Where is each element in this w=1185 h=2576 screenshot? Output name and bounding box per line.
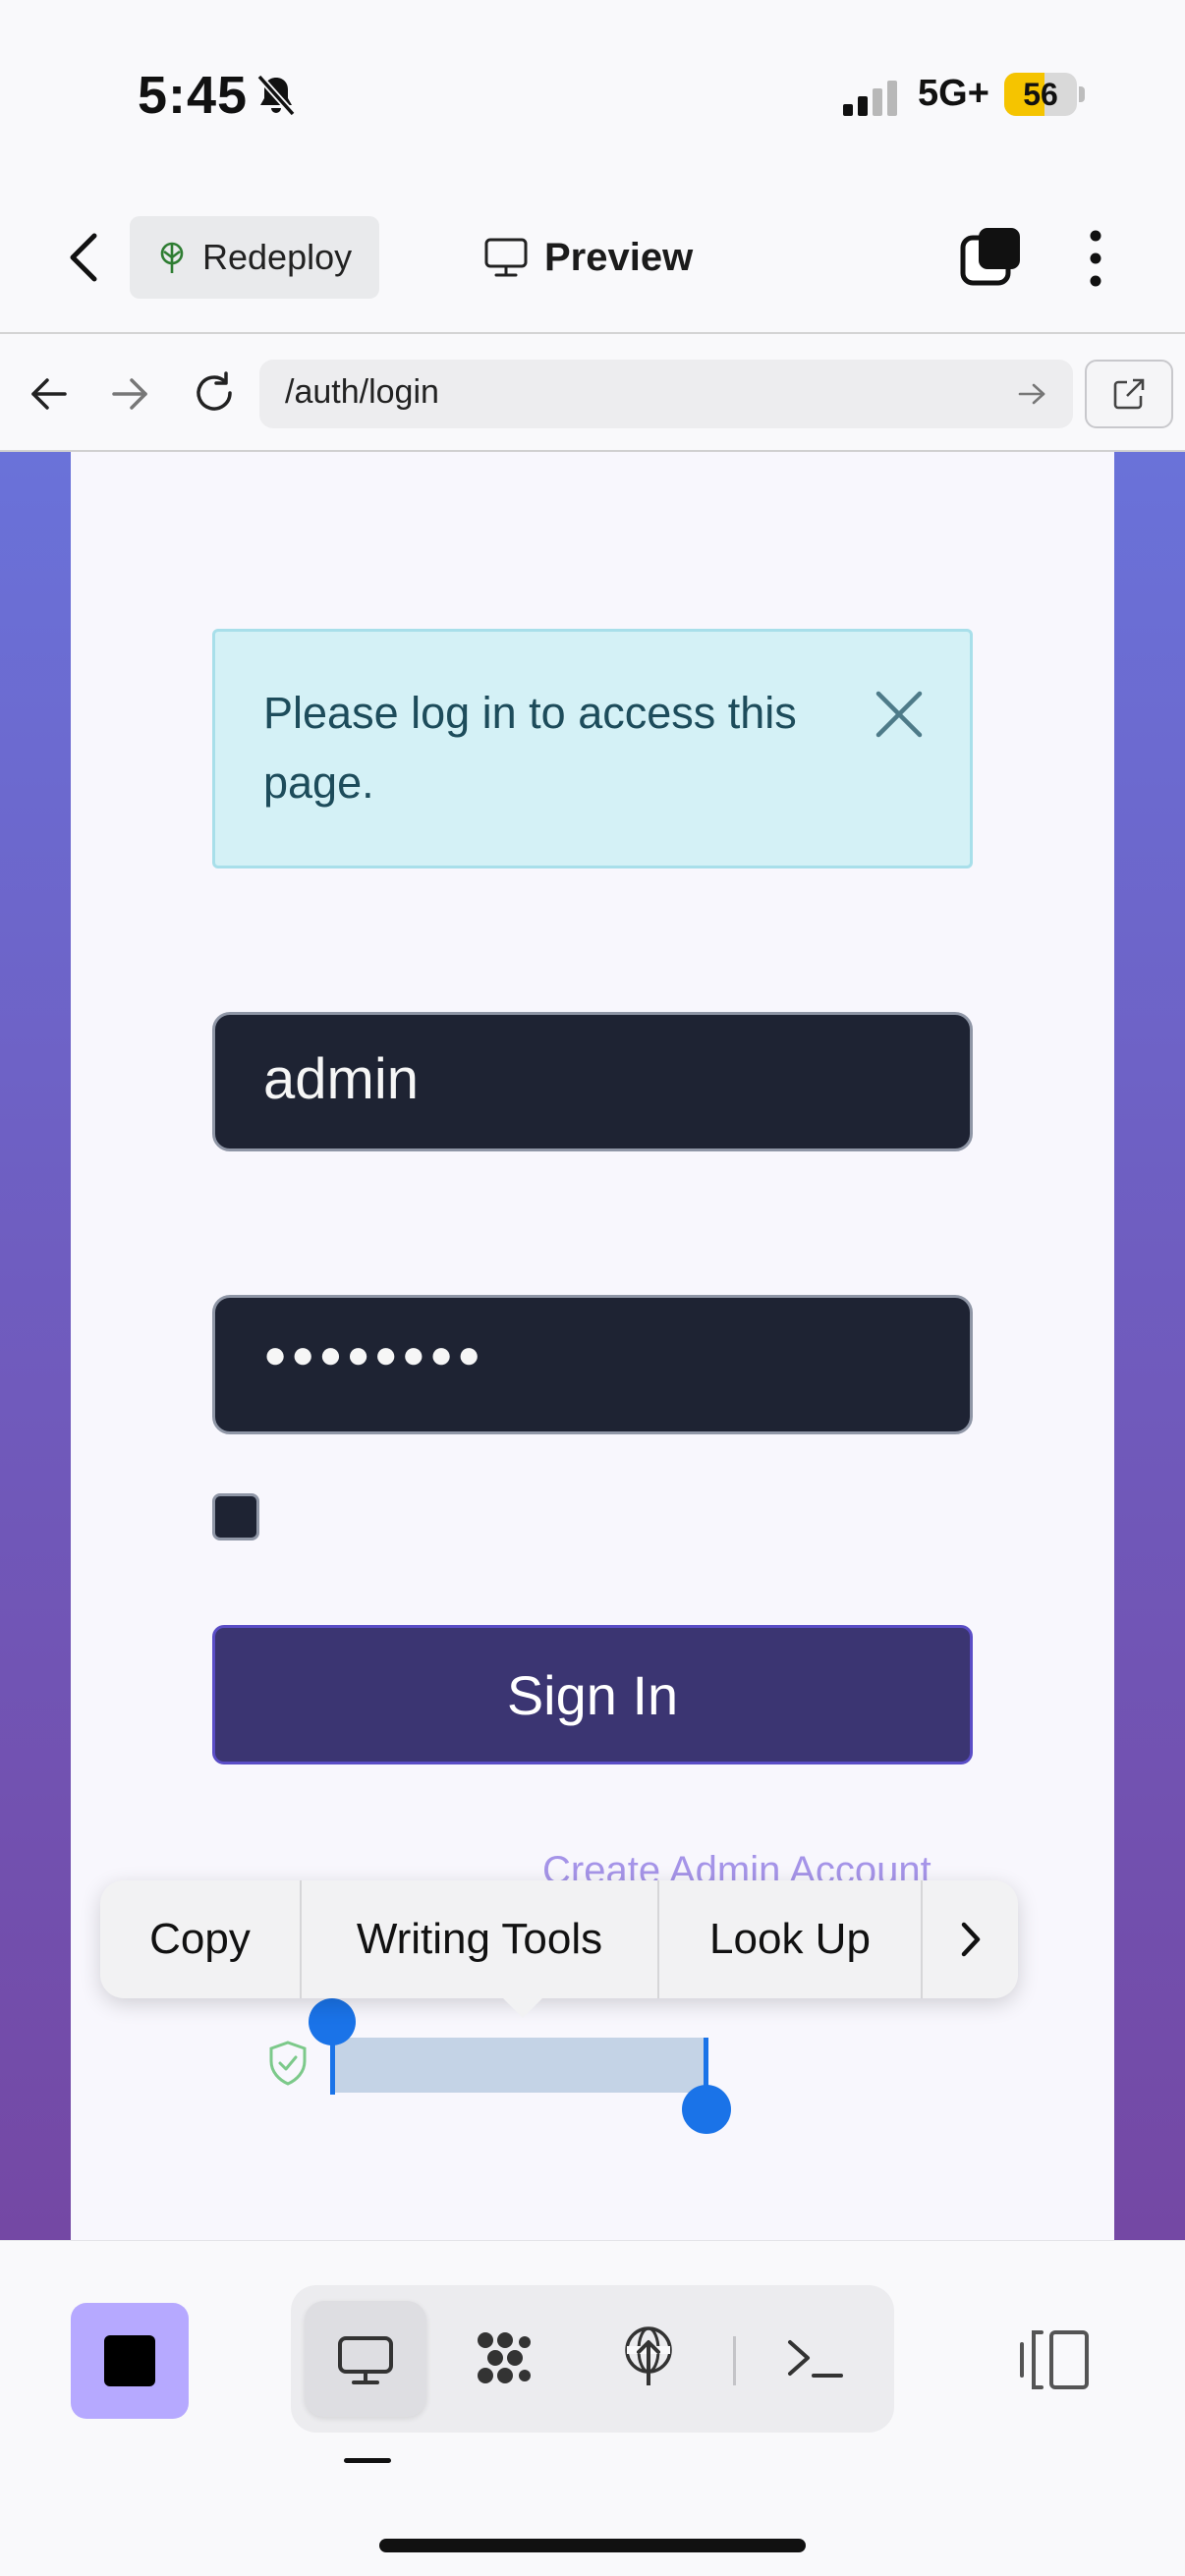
battery-icon: 56 bbox=[1004, 73, 1085, 116]
status-time: 5:45 bbox=[138, 66, 249, 125]
deploy-icon[interactable] bbox=[617, 2324, 680, 2387]
open-external-button[interactable] bbox=[1085, 360, 1173, 428]
redeploy-label: Redeploy bbox=[202, 237, 353, 277]
layers-icon[interactable] bbox=[959, 224, 1028, 289]
network-type: 5G+ bbox=[918, 73, 989, 114]
stop-button[interactable] bbox=[71, 2303, 189, 2419]
remember-checkbox[interactable] bbox=[212, 1493, 259, 1540]
monitor-icon bbox=[484, 238, 528, 277]
arrow-left-icon[interactable] bbox=[26, 371, 71, 417]
home-indicator[interactable] bbox=[379, 2539, 806, 2552]
signal-icon bbox=[843, 81, 897, 116]
sign-in-button[interactable]: Sign In bbox=[212, 1625, 973, 1764]
go-arrow-icon[interactable] bbox=[1016, 379, 1049, 409]
bell-slash-icon bbox=[256, 74, 296, 117]
context-menu: Copy Writing Tools Look Up bbox=[100, 1880, 1018, 1998]
tab-divider bbox=[733, 2336, 736, 2385]
menu-item-writing-tools[interactable]: Writing Tools bbox=[302, 1880, 659, 1998]
arrow-right-icon[interactable] bbox=[108, 371, 153, 417]
selection-end-handle[interactable] bbox=[682, 2085, 731, 2134]
text-selection bbox=[332, 2038, 705, 2093]
preview-title[interactable]: Preview bbox=[483, 226, 693, 289]
stop-icon bbox=[104, 2335, 155, 2386]
close-icon[interactable] bbox=[873, 688, 926, 741]
shield-check-icon bbox=[269, 2041, 307, 2086]
password-value[interactable]: ●●●●●●●● bbox=[263, 1333, 484, 1377]
alert-message: Please log in to access this page. bbox=[263, 688, 797, 808]
selection-start-handle[interactable] bbox=[309, 1998, 356, 2045]
terminal-icon[interactable] bbox=[786, 2328, 849, 2391]
redeploy-button[interactable]: Redeploy bbox=[130, 216, 379, 299]
bottom-bar-divider bbox=[0, 2240, 1185, 2241]
chevron-left-icon[interactable] bbox=[57, 228, 112, 287]
chevron-right-icon bbox=[961, 1922, 980, 1957]
more-vertical-icon[interactable] bbox=[1081, 226, 1110, 291]
desktop-icon[interactable] bbox=[334, 2328, 397, 2391]
tree-deploy-icon bbox=[160, 242, 184, 273]
preview-label: Preview bbox=[544, 235, 694, 279]
selection-start-bar bbox=[330, 2038, 335, 2095]
external-link-icon bbox=[1113, 378, 1145, 410]
context-menu-pointer bbox=[499, 1994, 546, 2018]
menu-more-button[interactable] bbox=[923, 1880, 1018, 1998]
active-tab-indicator bbox=[344, 2458, 391, 2463]
username-value[interactable]: admin bbox=[263, 1046, 419, 1112]
reload-icon[interactable] bbox=[189, 367, 240, 419]
battery-level: 56 bbox=[1023, 77, 1058, 112]
dots-grid-icon[interactable] bbox=[472, 2328, 535, 2391]
url-text[interactable]: /auth/login bbox=[285, 373, 439, 412]
menu-item-copy[interactable]: Copy bbox=[100, 1880, 302, 1998]
split-view-icon[interactable] bbox=[1018, 2328, 1091, 2391]
header-divider bbox=[0, 332, 1185, 334]
menu-item-look-up[interactable]: Look Up bbox=[659, 1880, 923, 1998]
